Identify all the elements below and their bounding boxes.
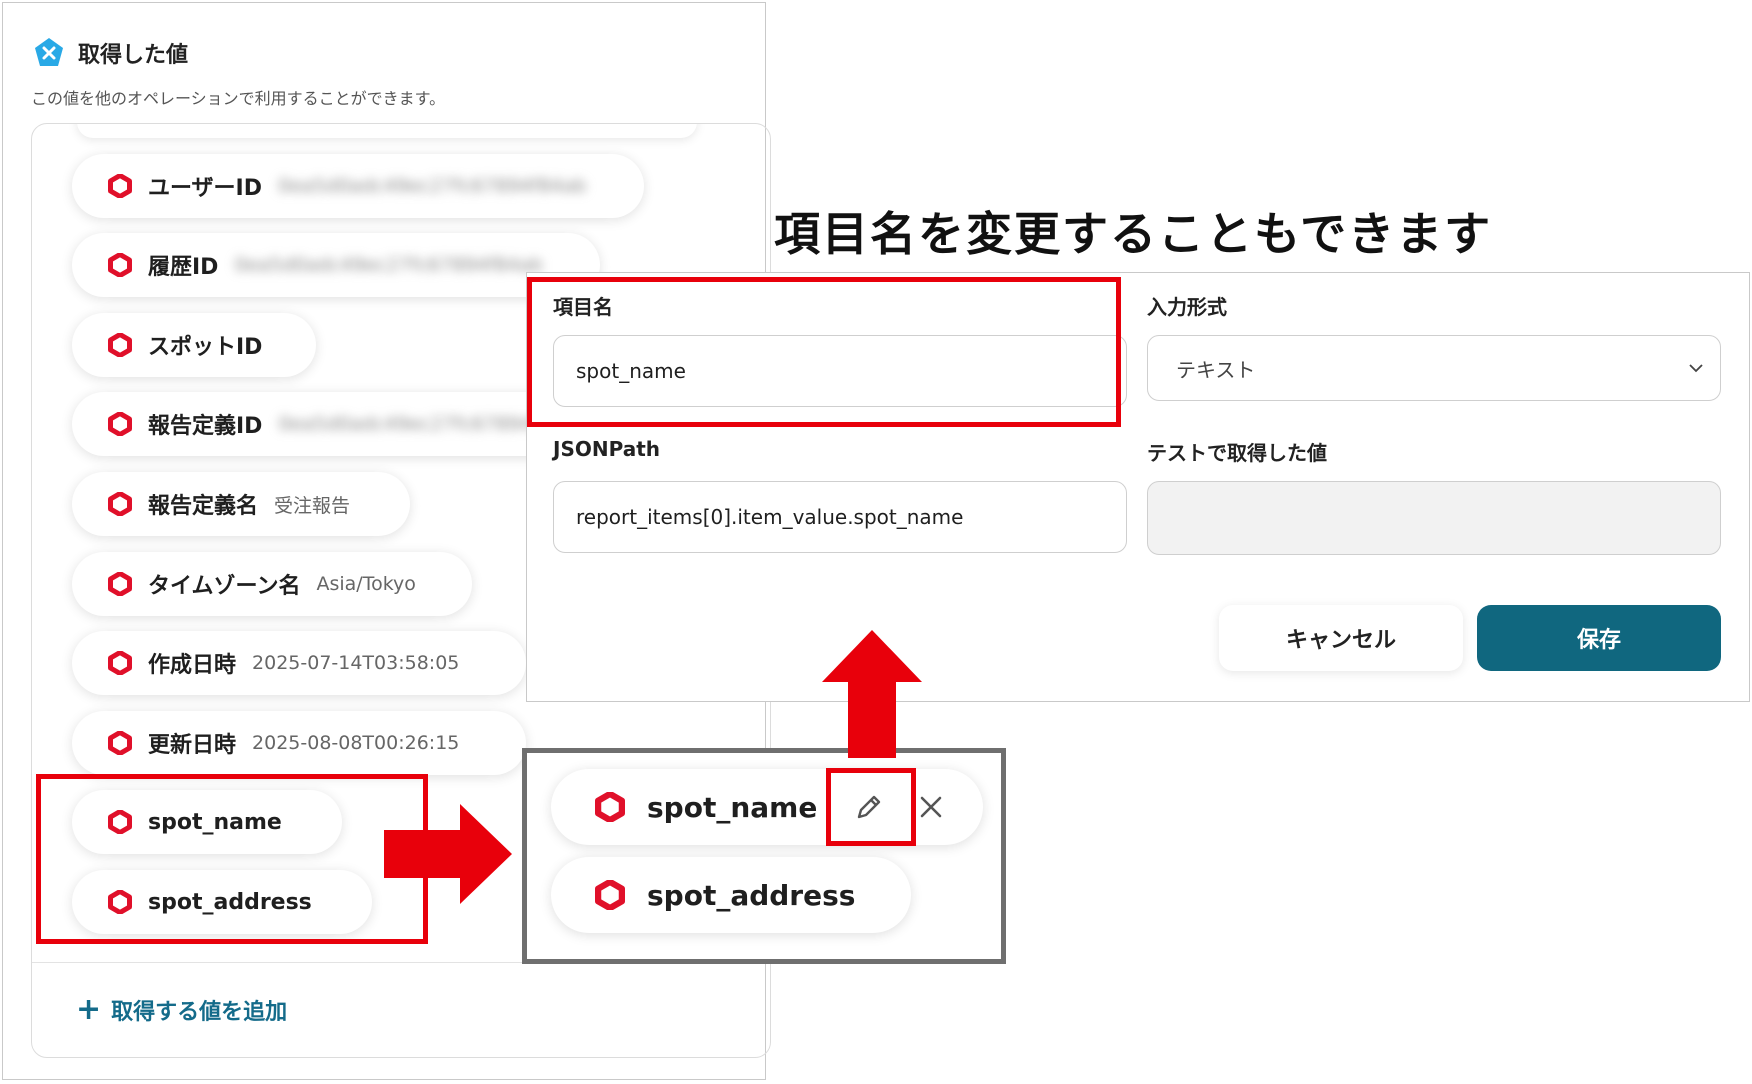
zoomed-items-view: spot_name spot_address — [522, 748, 1006, 964]
value-item-value: 0ea5d0adc49ec27fc67894f84ab — [278, 175, 587, 197]
chevron-down-icon — [1689, 364, 1703, 373]
value-item-value: 2025-07-14T03:58:05 — [252, 652, 460, 674]
panel-subtitle: この値を他のオペレーションで利用することができます。 — [31, 89, 446, 108]
value-item-label: 報告定義ID — [148, 414, 263, 439]
add-value-label: 取得する値を追加 — [111, 1000, 288, 1025]
highlight-frame-left-items — [36, 774, 428, 944]
value-item-label: スポットID — [148, 335, 263, 360]
annotation-headline: 項目名を変更することもできます — [774, 207, 1493, 261]
value-item-label: 履歴ID — [148, 255, 219, 280]
list-item-partial — [77, 124, 697, 138]
cancel-button[interactable]: キャンセル — [1219, 605, 1463, 671]
value-item-label: タイムゾーン名 — [148, 574, 301, 599]
value-item-history-id[interactable]: 履歴ID 0ea5d0adc49ec27fc67894f84ab — [72, 233, 600, 297]
jsonpath-input[interactable] — [553, 481, 1127, 553]
save-button[interactable]: 保存 — [1477, 605, 1721, 671]
arrow-right-icon — [384, 804, 512, 904]
value-item-value: 2025-08-08T00:26:15 — [252, 732, 460, 754]
hexagon-icon — [108, 253, 132, 277]
input-type-label: 入力形式 — [1147, 295, 1227, 319]
hexagon-icon — [108, 572, 132, 596]
hexagon-icon — [108, 651, 132, 675]
arrow-up-icon — [822, 630, 922, 758]
value-item-timezone[interactable]: タイムゾーン名 Asia/Tokyo — [72, 552, 472, 616]
value-item-spot-id[interactable]: スポットID — [72, 313, 316, 377]
value-item-updated-at[interactable]: 更新日時 2025-08-08T00:26:15 — [72, 711, 526, 775]
value-item-label: 報告定義名 — [148, 494, 259, 519]
hexagon-icon — [108, 492, 132, 516]
plus-icon: + — [76, 992, 102, 1027]
hexagon-icon — [108, 333, 132, 357]
value-item-user-id[interactable]: ユーザーID 0ea5d0adc49ec27fc67894f84ab — [72, 154, 644, 218]
value-item-label: 作成日時 — [148, 653, 237, 678]
hexagon-icon — [595, 792, 625, 822]
value-item-label: 更新日時 — [148, 733, 237, 758]
input-type-select[interactable]: テキスト — [1147, 335, 1721, 401]
value-item-value: 0ea5d0adc49ec27fc67894f84ab — [234, 254, 543, 276]
hexagon-icon — [108, 412, 132, 436]
jsonpath-label: JSONPath — [553, 437, 661, 461]
panel-title: 取得した値 — [78, 43, 189, 68]
zoom-item-label: spot_name — [647, 790, 818, 824]
hexagon-icon — [108, 174, 132, 198]
hexagon-icon — [595, 880, 625, 910]
value-item-label: ユーザーID — [148, 176, 263, 201]
value-item-created-at[interactable]: 作成日時 2025-07-14T03:58:05 — [72, 631, 526, 695]
panel-header: 取得した値 — [33, 37, 188, 69]
close-icon[interactable] — [915, 791, 947, 823]
brand-badge-icon — [35, 38, 63, 66]
value-item-report-def-id[interactable]: 報告定義ID 0ea5d0adc49ec27fc67894f84ab — [72, 392, 592, 456]
value-item-report-def-name[interactable]: 報告定義名 受注報告 — [72, 472, 410, 536]
zoom-item-spot-address[interactable]: spot_address — [551, 857, 911, 933]
add-value-link[interactable]: + 取得する値を追加 — [76, 994, 287, 1026]
test-value-label: テストで取得した値 — [1147, 441, 1327, 465]
highlight-frame-pencil — [826, 768, 916, 846]
test-value-field — [1147, 481, 1721, 555]
value-item-value: 受注報告 — [274, 494, 351, 517]
zoom-item-label: spot_address — [647, 878, 856, 912]
hexagon-icon — [108, 731, 132, 755]
value-item-value: Asia/Tokyo — [316, 573, 416, 595]
highlight-frame-item-name — [527, 277, 1121, 427]
input-type-value: テキスト — [1176, 357, 1256, 382]
